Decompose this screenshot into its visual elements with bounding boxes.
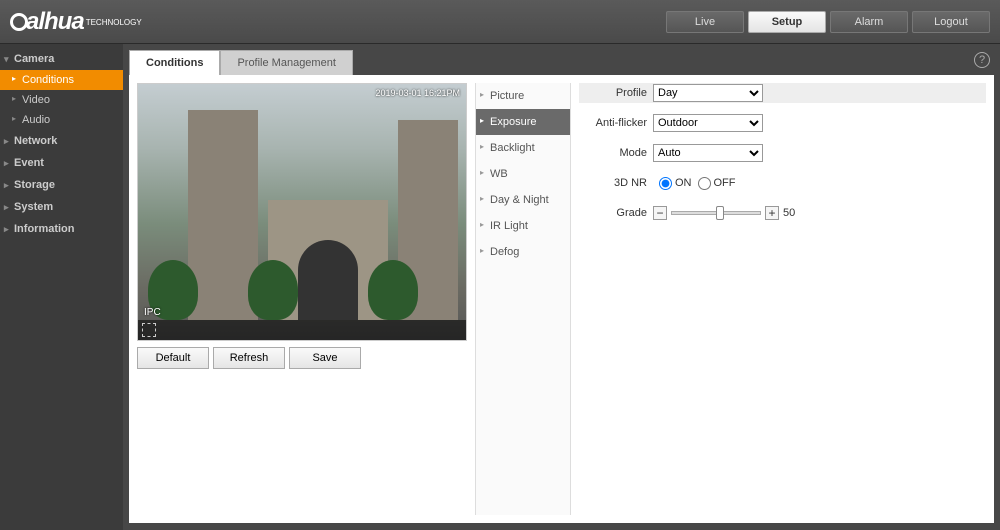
mode-label: Mode <box>587 147 647 159</box>
brand-logo: alhuaTECHNOLOGY <box>10 8 142 36</box>
profile-label: Profile <box>587 87 647 99</box>
menu-daynight[interactable]: Day & Night <box>476 187 570 213</box>
off-label: OFF <box>714 177 736 189</box>
nav-setup[interactable]: Setup <box>748 11 826 33</box>
grade-value: 50 <box>783 207 795 219</box>
sidebar-group-storage[interactable]: Storage <box>0 174 123 196</box>
sidebar-item-conditions[interactable]: Conditions <box>0 70 123 90</box>
refresh-button[interactable]: Refresh <box>213 347 285 369</box>
nav-live[interactable]: Live <box>666 11 744 33</box>
menu-wb[interactable]: WB <box>476 161 570 187</box>
save-button[interactable]: Save <box>289 347 361 369</box>
menu-irlight[interactable]: IR Light <box>476 213 570 239</box>
settings-menu: Picture Exposure Backlight WB Day & Nigh… <box>475 83 571 515</box>
help-icon[interactable]: ? <box>974 52 990 68</box>
nav-logout[interactable]: Logout <box>912 11 990 33</box>
menu-backlight[interactable]: Backlight <box>476 135 570 161</box>
preview-label: IPC <box>144 307 161 318</box>
antiflicker-select[interactable]: Outdoor <box>653 114 763 132</box>
grade-slider-thumb[interactable] <box>716 206 724 220</box>
grade-plus-button[interactable]: + <box>765 206 779 220</box>
menu-defog[interactable]: Defog <box>476 239 570 265</box>
default-button[interactable]: Default <box>137 347 209 369</box>
sidebar-group-system[interactable]: System <box>0 196 123 218</box>
on-label: ON <box>675 177 692 189</box>
tab-conditions[interactable]: Conditions <box>129 50 220 75</box>
sidebar-item-audio[interactable]: Audio <box>0 110 123 130</box>
tab-profile-management[interactable]: Profile Management <box>220 50 352 75</box>
menu-picture[interactable]: Picture <box>476 83 570 109</box>
grade-slider[interactable] <box>671 211 761 215</box>
sidebar-group-camera[interactable]: Camera <box>0 48 123 70</box>
3dnr-on-radio[interactable] <box>659 177 672 190</box>
nav-alarm[interactable]: Alarm <box>830 11 908 33</box>
antiflicker-label: Anti-flicker <box>587 117 647 129</box>
grade-label: Grade <box>587 207 647 219</box>
grade-minus-button[interactable]: − <box>653 206 667 220</box>
menu-exposure[interactable]: Exposure <box>476 109 570 135</box>
3dnr-label: 3D NR <box>587 177 647 189</box>
sidebar-group-information[interactable]: Information <box>0 218 123 240</box>
fullscreen-icon[interactable] <box>142 323 156 337</box>
preview-timestamp: 2019-03-01 16:21PM <box>375 88 460 98</box>
sidebar-group-event[interactable]: Event <box>0 152 123 174</box>
video-preview: 2019-03-01 16:21PM IPC <box>137 83 467 341</box>
mode-select[interactable]: Auto <box>653 144 763 162</box>
3dnr-off-radio[interactable] <box>698 177 711 190</box>
sidebar: Camera Conditions Video Audio Network Ev… <box>0 44 123 530</box>
sidebar-item-video[interactable]: Video <box>0 90 123 110</box>
profile-select[interactable]: Day <box>653 84 763 102</box>
sidebar-group-network[interactable]: Network <box>0 130 123 152</box>
